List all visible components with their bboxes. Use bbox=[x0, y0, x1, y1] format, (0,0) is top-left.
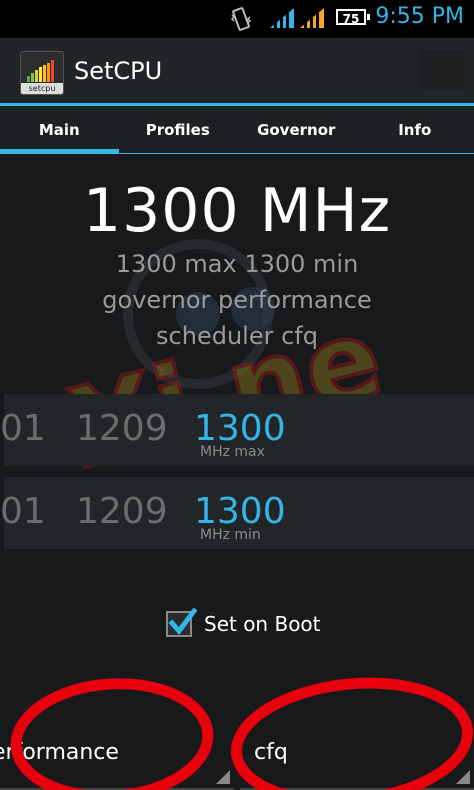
set-on-boot-label: Set on Boot bbox=[204, 612, 321, 636]
scheduler-spinner[interactable]: cfq bbox=[240, 720, 474, 790]
status-time: 9:55 PM bbox=[375, 4, 464, 29]
max-frequency-picker[interactable]: 01 1209 1300 MHz max bbox=[0, 394, 474, 466]
battery-indicator: 75 bbox=[336, 9, 370, 26]
governor-spinner-value: erformance bbox=[0, 740, 119, 765]
dropdown-arrow-icon bbox=[216, 770, 230, 784]
cpu-bars-icon bbox=[27, 60, 54, 82]
current-frequency: 1300 MHz bbox=[82, 176, 392, 246]
picker-unit-label: MHz max bbox=[200, 444, 265, 460]
status-bar: 75 9:55 PM bbox=[0, 0, 474, 38]
action-bar: setcpu SetCPU bbox=[0, 38, 474, 106]
tab-main[interactable]: Main bbox=[0, 106, 119, 154]
signal-icon bbox=[270, 8, 294, 28]
main-panel: Xi ne 1300 MHz 1300 max 1300 min governo… bbox=[0, 154, 474, 790]
set-on-boot-checkbox[interactable] bbox=[166, 607, 198, 637]
picker-unit-label: MHz min bbox=[200, 527, 261, 543]
tab-profiles[interactable]: Profiles bbox=[119, 106, 238, 154]
picker-option[interactable]: 1209 bbox=[76, 408, 168, 449]
picker-option[interactable]: 01 bbox=[0, 408, 46, 449]
picker-option[interactable]: 1209 bbox=[76, 491, 168, 532]
vibrate-icon bbox=[230, 7, 252, 31]
app-icon-label: setcpu bbox=[21, 83, 63, 94]
tab-governor[interactable]: Governor bbox=[237, 106, 356, 154]
spinner-row: erformance cfq bbox=[0, 720, 474, 790]
tab-info[interactable]: Info bbox=[356, 106, 474, 154]
summary-scheduler: scheduler cfq bbox=[156, 322, 318, 350]
dropdown-arrow-icon bbox=[456, 770, 470, 784]
app-icon[interactable]: setcpu bbox=[20, 51, 64, 95]
app-title: SetCPU bbox=[74, 57, 163, 85]
scheduler-spinner-value: cfq bbox=[254, 740, 288, 765]
summary-governor: governor performance bbox=[102, 286, 372, 314]
signal-icon bbox=[300, 8, 324, 28]
summary-frequency-range: 1300 max 1300 min bbox=[115, 250, 359, 278]
min-frequency-picker[interactable]: 01 1209 1300 MHz min bbox=[0, 477, 474, 549]
overflow-menu-button[interactable] bbox=[420, 50, 464, 90]
checkmark-icon bbox=[168, 607, 198, 635]
governor-spinner[interactable]: erformance bbox=[0, 720, 234, 790]
picker-selected-value[interactable]: 1300 bbox=[194, 491, 286, 532]
picker-option[interactable]: 01 bbox=[0, 491, 46, 532]
picker-selected-value[interactable]: 1300 bbox=[194, 408, 286, 449]
tab-bar: Main Profiles Governor Info bbox=[0, 106, 474, 154]
